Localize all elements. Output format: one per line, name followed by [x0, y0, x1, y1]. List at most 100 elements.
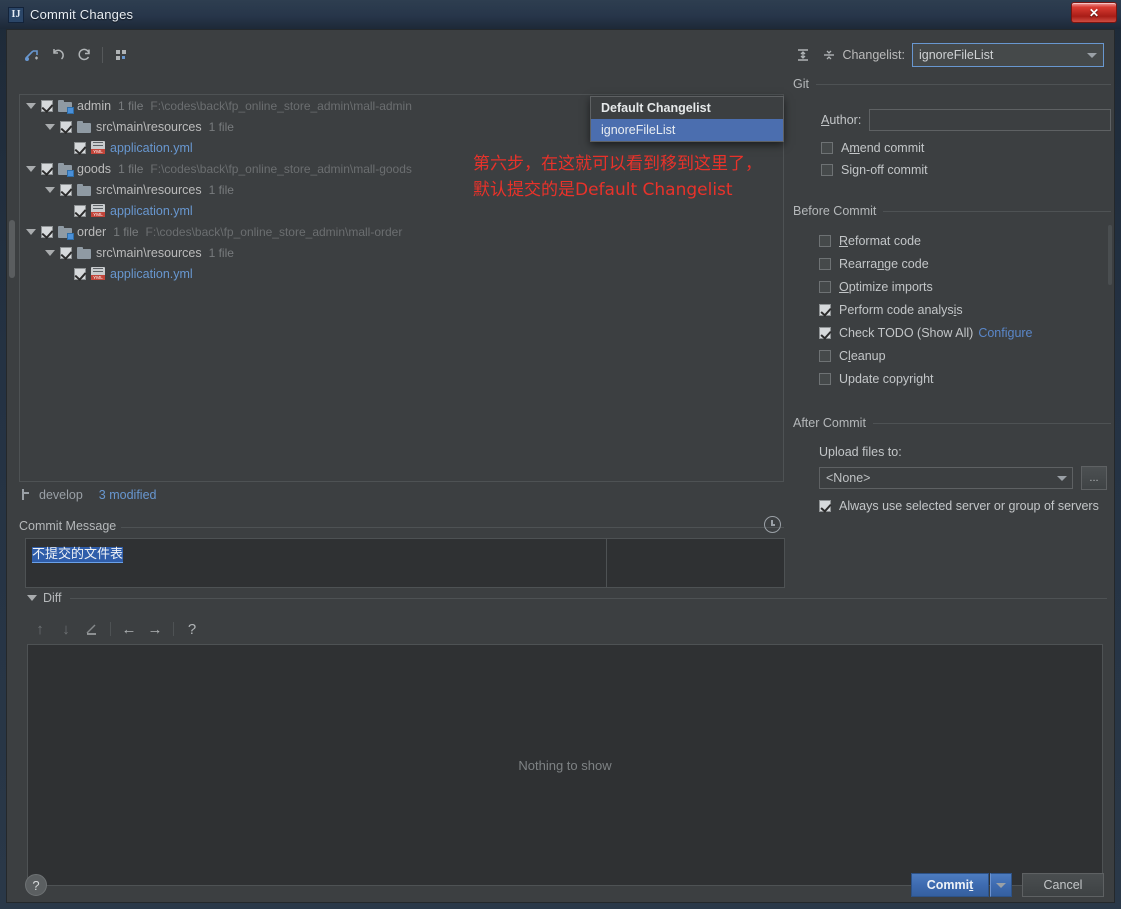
tree-row-file-count: 1 file — [118, 98, 144, 113]
tree-row[interactable]: src\main\resources 1 file — [20, 179, 783, 200]
tree-row-checkbox[interactable] — [60, 183, 72, 196]
chevron-down-icon — [27, 595, 37, 601]
commit-changes-window: IJ Commit Changes ✕ Changelist: ignoreFi… — [0, 0, 1121, 909]
upload-server-dropdown[interactable]: <None> — [819, 467, 1073, 489]
changelist-label: Changelist: — [842, 48, 905, 62]
configure-link[interactable]: Configure — [978, 326, 1032, 340]
update-copyright-checkbox[interactable]: Update copyright — [819, 372, 934, 386]
author-input[interactable] — [869, 109, 1112, 131]
chevron-down-icon[interactable] — [26, 228, 36, 235]
commit-message-overflow — [607, 539, 784, 587]
tree-row[interactable]: YML application.yml — [20, 263, 783, 284]
tree-row-file-count: 1 file — [208, 245, 234, 260]
help-icon[interactable]: ? — [25, 874, 47, 896]
collapse-all-icon[interactable] — [816, 43, 842, 67]
git-branch-icon — [19, 488, 33, 502]
group-by-icon[interactable] — [108, 43, 134, 67]
after-commit-title: After Commit — [793, 416, 866, 430]
tree-row-path: F:\codes\back\fp_online_store_admin\mall… — [150, 161, 412, 176]
tree-row-checkbox[interactable] — [74, 141, 86, 154]
author-label: Author: — [821, 113, 862, 127]
chevron-down-icon[interactable] — [26, 165, 36, 172]
update-copyright-label: Update copyright — [839, 372, 934, 386]
tree-row[interactable]: order 1 file F:\codes\back\fp_online_store… — [20, 221, 783, 242]
close-icon[interactable]: ✕ — [1071, 2, 1117, 23]
tree-row[interactable]: YML application.yml — [20, 200, 783, 221]
help-icon[interactable]: ? — [179, 617, 205, 641]
before-commit-group-header: Before Commit — [793, 204, 1111, 218]
check-todo-checkbox[interactable]: Check TODO (Show All) Configure — [819, 326, 1033, 340]
intellij-idea-icon: IJ — [8, 6, 24, 23]
commit-options-chevron-down-icon[interactable] — [990, 873, 1012, 897]
tree-row[interactable]: goods 1 file F:\codes\back\fp_online_store… — [20, 158, 783, 179]
revert-icon[interactable] — [45, 43, 71, 67]
annotate-icon[interactable] — [79, 617, 105, 641]
author-row: Author: — [821, 109, 1112, 131]
before-commit-rule — [883, 210, 1111, 212]
diff-section-header[interactable]: Diff — [27, 590, 1107, 606]
changes-tree[interactable]: admin 1 file F:\codes\back\fp_online_store… — [19, 94, 784, 482]
commit-message-text[interactable]: 不提交的文件表 — [26, 539, 606, 587]
tree-row[interactable]: src\main\resources 1 file — [20, 242, 783, 263]
perform-code-analysis-label: Perform code analysis — [839, 303, 963, 317]
checkbox-box — [819, 373, 831, 385]
tree-row-checkbox[interactable] — [41, 162, 53, 175]
yml-file-icon: YML — [91, 141, 105, 154]
tree-row-checkbox[interactable] — [60, 120, 72, 133]
checkbox-box — [819, 235, 831, 247]
git-group-rule — [815, 83, 1111, 85]
expand-all-icon[interactable] — [790, 43, 816, 67]
perform-code-analysis-checkbox[interactable]: Perform code analysis — [819, 303, 963, 317]
next-difference-icon[interactable]: ↓ — [53, 617, 79, 641]
chevron-down-icon — [1081, 44, 1103, 66]
clock-history-icon[interactable] — [764, 516, 781, 533]
cleanup-checkbox[interactable]: Cleanup — [819, 349, 886, 363]
checkbox-box — [819, 258, 831, 270]
rearrange-code-checkbox[interactable]: Rearrange code — [819, 257, 929, 271]
tree-row-file-count: 1 file — [208, 182, 234, 197]
show-diff-icon[interactable] — [19, 43, 45, 67]
commit-options-panel: Git Author: Amend commit Sign-off commit… — [793, 70, 1112, 513]
checkbox-box — [819, 327, 831, 339]
changelist-option[interactable]: Default Changelist — [591, 97, 783, 119]
left-scrollbar[interactable] — [7, 30, 17, 868]
tree-row-name: admin — [77, 98, 112, 113]
signoff-commit-checkbox[interactable]: Sign-off commit — [821, 163, 928, 177]
commit-message-input[interactable]: 不提交的文件表 — [25, 538, 785, 588]
modified-count[interactable]: 3 modified — [99, 488, 157, 502]
branch-name: develop — [39, 488, 83, 502]
reformat-code-label: Reformat code — [839, 234, 921, 248]
tree-row-file-count: 1 file — [113, 224, 139, 239]
module-folder-icon — [58, 225, 74, 240]
chevron-down-icon[interactable] — [26, 102, 36, 109]
chevron-down-icon[interactable] — [45, 123, 55, 130]
commit-message-label: Commit Message — [19, 519, 122, 533]
title-bar: IJ Commit Changes ✕ — [0, 0, 1121, 29]
browse-servers-button[interactable]: ... — [1081, 466, 1107, 490]
changelist-option[interactable]: ignoreFileList — [591, 119, 783, 141]
tree-row-checkbox[interactable] — [60, 246, 72, 259]
optimize-imports-checkbox[interactable]: Optimize imports — [819, 280, 933, 294]
always-use-server-checkbox[interactable]: Always use selected server or group of s… — [819, 499, 1099, 513]
folder-icon — [77, 246, 91, 259]
reformat-code-checkbox[interactable]: Reformat code — [819, 234, 921, 248]
tree-row-checkbox[interactable] — [74, 204, 86, 217]
chevron-down-icon[interactable] — [45, 249, 55, 256]
git-group-header: Git — [793, 77, 1111, 91]
refresh-icon[interactable] — [71, 43, 97, 67]
amend-commit-checkbox[interactable]: Amend commit — [821, 141, 924, 155]
tree-row-name: goods — [77, 161, 112, 176]
tree-row-checkbox[interactable] — [74, 267, 86, 280]
tree-row-checkbox[interactable] — [41, 99, 53, 112]
tree-row-checkbox[interactable] — [41, 225, 53, 238]
changelist-dropdown-menu[interactable]: Default Changelist ignoreFileList — [590, 96, 784, 142]
chevron-down-icon[interactable] — [45, 186, 55, 193]
left-scrollbar-thumb[interactable] — [9, 220, 15, 278]
changelist-dropdown[interactable]: ignoreFileList — [912, 43, 1104, 67]
cancel-button[interactable]: Cancel — [1022, 873, 1104, 897]
previous-difference-icon[interactable]: ↑ — [27, 617, 53, 641]
tree-row-name: src\main\resources — [96, 245, 202, 260]
accept-right-icon[interactable]: → — [142, 617, 168, 641]
accept-left-icon[interactable]: ← — [116, 617, 142, 641]
commit-button[interactable]: Commi t — [911, 873, 989, 897]
